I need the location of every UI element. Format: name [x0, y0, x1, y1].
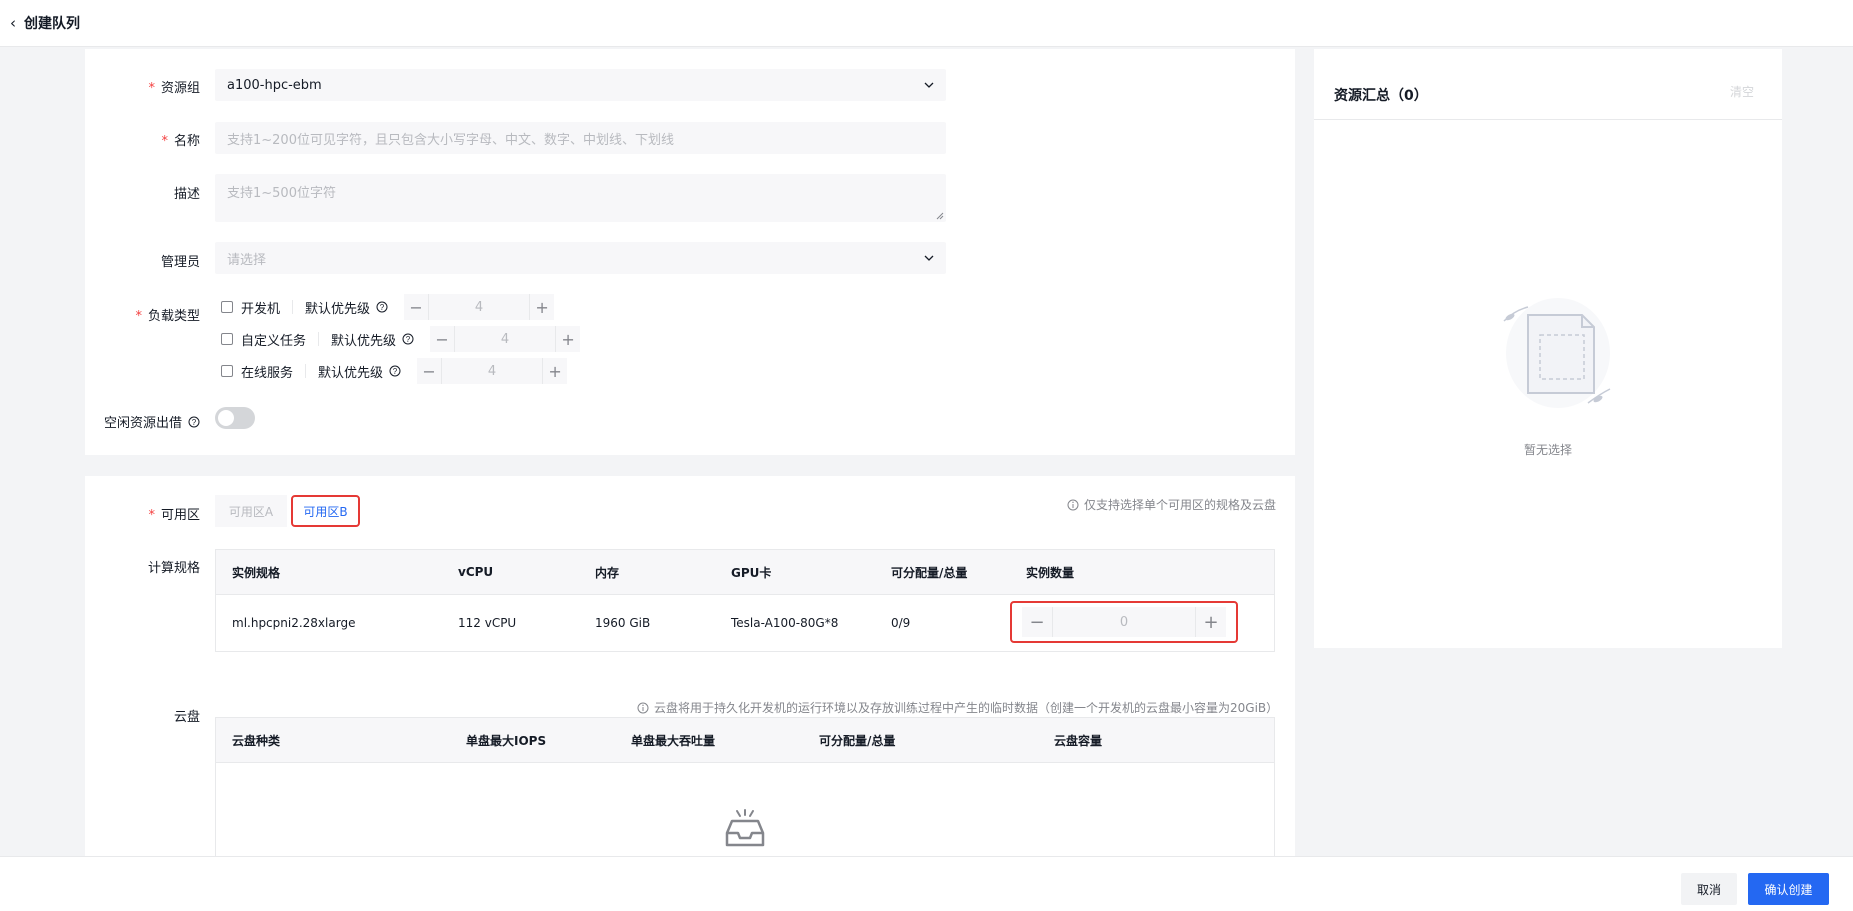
help-icon[interactable]: ?: [188, 416, 200, 428]
clear-button[interactable]: 清空: [1730, 83, 1754, 100]
plus-icon[interactable]: +: [556, 326, 580, 352]
empty-selection-text: 暂无选择: [1523, 443, 1572, 457]
zone-a-tab[interactable]: 可用区A: [215, 495, 287, 527]
confirm-create-button[interactable]: 确认创建: [1748, 873, 1829, 905]
resource-group-label: * 资源组: [148, 81, 200, 96]
info-icon: [637, 702, 649, 713]
priority-stepper[interactable]: − 4 +: [430, 326, 581, 352]
cancel-button[interactable]: 取消: [1681, 873, 1737, 905]
plus-icon[interactable]: +: [1196, 607, 1226, 637]
svg-text:?: ?: [393, 367, 398, 376]
empty-document-icon: [1503, 298, 1611, 408]
idle-lend-label: 空闲资源出借 ?: [84, 412, 200, 431]
instance-count-stepper[interactable]: − 0 +: [1010, 601, 1238, 643]
workload-item-dev: 开发机 默认优先级 ? − 4 +: [221, 294, 555, 320]
col-quota: 可分配量/总量: [891, 565, 968, 580]
admin-label: 管理员: [160, 255, 200, 270]
spec-cell: ml.hpcpni2.28xlarge: [232, 616, 356, 630]
workload-online-label: 在线服务: [241, 365, 294, 381]
zone-label: * 可用区: [148, 508, 200, 523]
gpu-cell: Tesla-A100-80G*8: [731, 616, 839, 630]
vcpu-cell: 112 vCPU: [458, 616, 517, 630]
workload-online-checkbox[interactable]: [221, 365, 233, 377]
compute-label: 计算规格: [147, 561, 200, 576]
minus-icon[interactable]: −: [404, 294, 428, 320]
instance-count-value[interactable]: 0: [1052, 607, 1196, 637]
workload-item-custom: 自定义任务 默认优先级 ? − 4 +: [221, 326, 581, 352]
col-disk-quota: 可分配量/总量: [819, 733, 896, 748]
toggle-knob: [218, 410, 234, 426]
plus-icon[interactable]: +: [543, 358, 567, 384]
name-label: * 名称: [161, 134, 200, 149]
col-vcpu: vCPU: [458, 565, 494, 579]
col-mem: 内存: [595, 565, 620, 580]
col-spec: 实例规格: [232, 565, 281, 580]
divider: [318, 332, 320, 346]
help-icon[interactable]: ?: [389, 365, 401, 377]
plus-icon[interactable]: +: [530, 294, 554, 320]
help-icon[interactable]: ?: [376, 301, 388, 313]
priority-value[interactable]: 4: [441, 358, 544, 384]
admin-select[interactable]: 请选择: [215, 242, 946, 274]
col-disk-type: 云盘种类: [232, 733, 281, 748]
empty-inbox-icon: [725, 809, 765, 847]
help-icon[interactable]: ?: [402, 333, 414, 345]
disk-tip: 云盘将用于持久化开发机的运行环境以及存放训练过程中产生的临时数据（创建一个开发机…: [637, 699, 1278, 716]
workload-item-online: 在线服务 默认优先级 ? − 4 +: [221, 358, 568, 384]
col-capacity: 云盘容量: [1054, 733, 1103, 748]
resource-group-value: a100-hpc-ebm: [227, 77, 322, 93]
col-count: 实例数量: [1026, 565, 1075, 580]
admin-placeholder: 请选择: [227, 252, 267, 268]
resource-summary-panel: 资源汇总（0） 清空 暂无选择: [1314, 49, 1782, 648]
workload-dev-checkbox[interactable]: [221, 301, 233, 313]
chevron-down-icon: [924, 255, 934, 261]
page-title: 创建队列: [24, 16, 80, 32]
description-textarea[interactable]: 支持1~500位字符: [215, 174, 946, 222]
top-bar: ‹ 创建队列: [0, 0, 1853, 47]
resource-group-select[interactable]: a100-hpc-ebm: [215, 69, 946, 101]
summary-title: 资源汇总（0）: [1334, 88, 1428, 104]
quota-cell: 0/9: [891, 616, 911, 630]
workload-label: * 负载类型: [135, 309, 200, 324]
info-icon: [1067, 499, 1079, 510]
chevron-left-icon: ‹: [10, 14, 16, 32]
workload-custom-checkbox[interactable]: [221, 333, 233, 345]
resize-handle-icon[interactable]: [936, 212, 944, 220]
divider: [292, 300, 294, 314]
name-input[interactable]: 支持1~200位可见字符，且只包含大小写字母、中文、数字、中划线、下划线: [215, 122, 946, 154]
disk-label: 云盘: [173, 710, 200, 725]
footer-bar: [0, 856, 1853, 911]
priority-label: 默认优先级: [305, 301, 371, 317]
name-placeholder: 支持1~200位可见字符，且只包含大小写字母、中文、数字、中划线、下划线: [227, 132, 674, 148]
priority-label: 默认优先级: [331, 333, 397, 349]
chevron-down-icon: [924, 82, 934, 88]
svg-text:?: ?: [192, 418, 197, 427]
col-throughput: 单盘最大吞吐量: [631, 733, 716, 748]
description-label: 描述: [173, 187, 200, 202]
mem-cell: 1960 GiB: [595, 616, 651, 630]
minus-icon[interactable]: −: [417, 358, 441, 384]
workload-dev-label: 开发机: [241, 301, 281, 317]
idle-lend-toggle[interactable]: [215, 407, 255, 429]
disk-table: 云盘种类 单盘最大IOPS 单盘最大吞吐量 可分配量/总量 云盘容量: [215, 717, 1275, 867]
workload-custom-label: 自定义任务: [241, 333, 307, 349]
disk-table-header: 云盘种类 单盘最大IOPS 单盘最大吞吐量 可分配量/总量 云盘容量: [216, 718, 1274, 763]
col-gpu: GPU卡: [731, 565, 772, 580]
compute-table-header: 实例规格 vCPU 内存 GPU卡 可分配量/总量 实例数量: [216, 550, 1274, 595]
svg-text:?: ?: [380, 303, 385, 312]
minus-icon[interactable]: −: [1022, 607, 1052, 637]
back-button[interactable]: ‹ 创建队列: [10, 13, 80, 33]
minus-icon[interactable]: −: [430, 326, 454, 352]
description-placeholder: 支持1~500位字符: [227, 186, 336, 201]
divider: [305, 364, 307, 378]
priority-label: 默认优先级: [318, 365, 384, 381]
col-iops: 单盘最大IOPS: [466, 733, 547, 748]
svg-text:?: ?: [406, 335, 411, 344]
priority-value[interactable]: 4: [428, 294, 531, 320]
priority-value[interactable]: 4: [454, 326, 557, 352]
zone-tip: 仅支持选择单个可用区的规格及云盘: [1067, 496, 1276, 513]
priority-stepper[interactable]: − 4 +: [417, 358, 568, 384]
zone-b-tab[interactable]: 可用区B: [291, 495, 360, 527]
priority-stepper[interactable]: − 4 +: [404, 294, 555, 320]
